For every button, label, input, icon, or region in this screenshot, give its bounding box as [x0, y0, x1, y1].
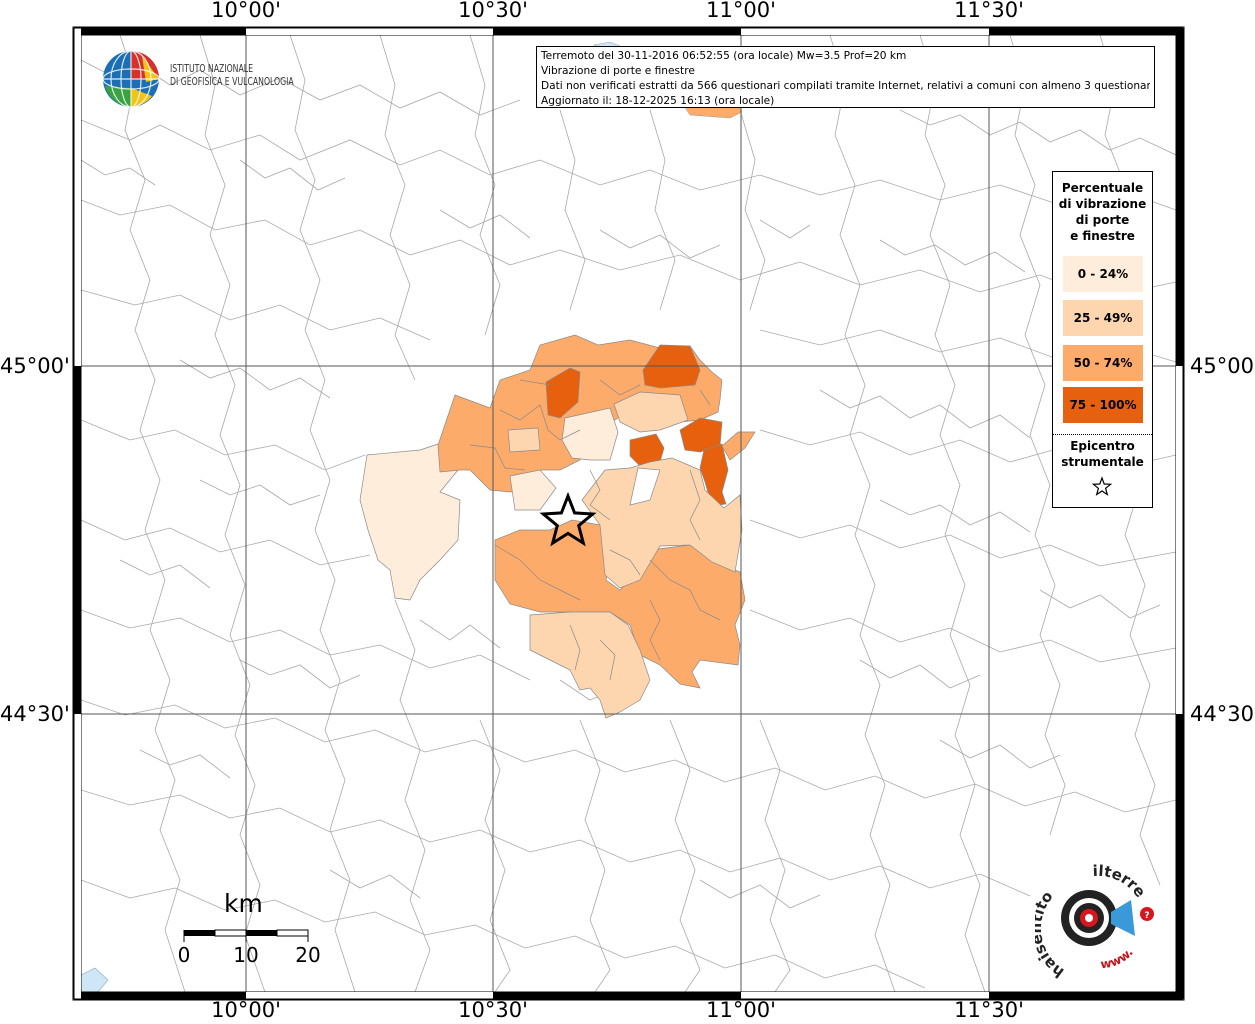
- legend-star-icon: [1091, 476, 1113, 496]
- info-parameter-line: Vibrazione di porte e finestre: [541, 65, 695, 77]
- legend-class-label: 25 - 49%: [1073, 311, 1133, 325]
- logo-text-left: haisentito: [1035, 888, 1067, 980]
- scale-tick-10: 10: [233, 943, 259, 967]
- legend-class-label: 75 - 100%: [1069, 398, 1137, 412]
- scale-unit-label: km: [224, 889, 263, 918]
- earthquake-info-box: Terremoto del 30-11-2016 06:52:55 (ora l…: [536, 46, 1155, 108]
- ingv-institution-name: ISTITUTO NAZIONALE DI GEOFISICA E VULCAN…: [170, 63, 294, 89]
- legend-class-label: 0 - 24%: [1077, 267, 1129, 281]
- legend-epicenter-label: Epicentro strumentale: [1053, 438, 1152, 470]
- ingv-line-2: DI GEOFISICA E VULCANOLOGIA: [170, 76, 294, 88]
- legend-class-0-24: 0 - 24%: [1063, 256, 1143, 292]
- ingv-line-1: ISTITUTO NAZIONALE: [170, 63, 253, 75]
- scale-tick-20: 20: [295, 943, 321, 967]
- legend-class-75-100: 75 - 100%: [1063, 387, 1143, 423]
- svg-text:www.: www.: [1100, 945, 1136, 971]
- info-updated-line: Aggiornato il: 18-12-2025 16:13 (ora loc…: [541, 95, 775, 107]
- legend-title-line: di vibrazione: [1058, 197, 1147, 211]
- legend-epicenter-line: Epicentro: [1070, 439, 1135, 453]
- legend-title-line: Percentuale: [1061, 181, 1144, 195]
- legend: Percentuale di vibrazione di porte e fin…: [1052, 171, 1153, 508]
- legend-divider: [1053, 434, 1152, 435]
- scale-tick-0: 0: [177, 943, 191, 967]
- logo-text-bottom: www.: [1100, 945, 1136, 971]
- info-data-source-line: Dati non verificati estratti da 566 ques…: [541, 80, 1150, 92]
- legend-epicenter-line: strumentale: [1061, 455, 1144, 469]
- info-event-line: Terremoto del 30-11-2016 06:52:55 (ora l…: [541, 50, 907, 62]
- svg-text:haisentito: haisentito: [1035, 888, 1067, 980]
- legend-class-50-74: 50 - 74%: [1063, 345, 1143, 381]
- legend-title: Percentuale di vibrazione di porte e fin…: [1053, 180, 1152, 244]
- legend-title-line: e finestre: [1070, 229, 1135, 243]
- haisentito-logo-icon[interactable]: haisentito ilterremoto.it www. ?: [1035, 862, 1167, 980]
- legend-title-line: di porte: [1075, 213, 1130, 227]
- legend-class-label: 50 - 74%: [1073, 356, 1133, 370]
- legend-class-25-49: 25 - 49%: [1063, 300, 1143, 336]
- ingv-globe-icon: [102, 50, 160, 108]
- logo-question-mark: ?: [1144, 911, 1149, 921]
